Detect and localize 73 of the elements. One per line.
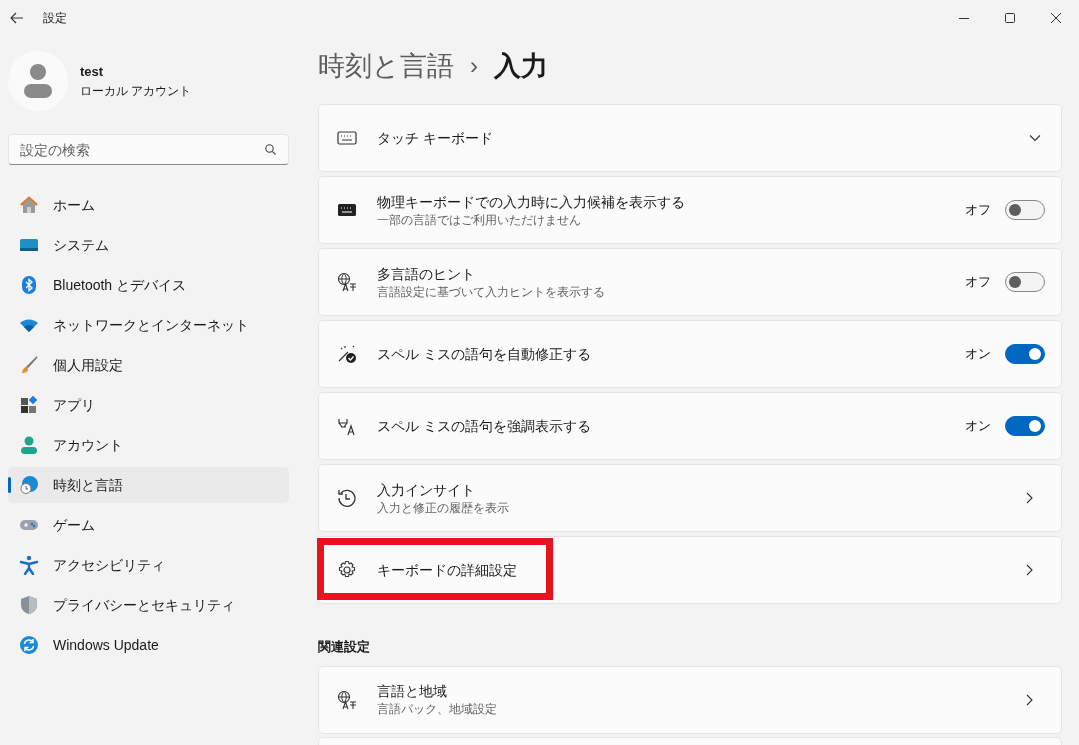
window-title: 設定 <box>43 10 67 27</box>
settings-card[interactable]: スペル ミスの語句を強調表示する オン <box>318 392 1062 460</box>
toggle-state: オフ <box>965 273 991 292</box>
home-icon <box>19 195 39 215</box>
account-type: ローカル アカウント <box>80 82 192 100</box>
settings-card[interactable]: 物理キーボードでの入力時に入力候補を表示する 一部の言語ではご利用いただけません オフ <box>318 176 1062 244</box>
settings-card[interactable]: スペル ミスの語句を自動修正する オン <box>318 320 1062 388</box>
setting-title: 多言語のヒント <box>377 264 476 284</box>
bluetooth-icon <box>19 275 39 295</box>
toggle-state: オン <box>965 345 991 364</box>
history-icon <box>337 488 357 508</box>
accessibility-icon <box>19 555 39 575</box>
maximize-icon[interactable] <box>1005 13 1015 23</box>
section-heading: 関連設定 <box>318 638 371 656</box>
sidebar-item[interactable]: Windows Update <box>8 627 289 663</box>
setting-title: スペル ミスの語句を自動修正する <box>377 344 592 364</box>
setting-description: 一部の言語ではご利用いただけません <box>377 211 582 228</box>
sidebar-item[interactable]: システム <box>8 227 289 263</box>
setting-title: 物理キーボードでの入力時に入力候補を表示する <box>377 192 686 212</box>
sidebar-item[interactable]: アプリ <box>8 387 289 423</box>
settings-card[interactable]: キーボードの詳細設定 <box>318 536 1062 604</box>
sidebar-item[interactable]: ネットワークとインターネット <box>8 307 289 343</box>
setting-title: スペル ミスの語句を強調表示する <box>377 416 592 436</box>
sync-icon <box>19 635 39 655</box>
toggle-switch[interactable] <box>1005 344 1045 364</box>
setting-title: 入力インサイト <box>377 480 476 500</box>
setting-title: タッチ キーボード <box>377 128 494 148</box>
setting-title: 言語と地域 <box>377 682 448 701</box>
apps-icon <box>19 395 39 415</box>
globe-letters-icon <box>337 689 357 710</box>
chevron-right-icon <box>1026 492 1033 504</box>
setting-description: 言語パック、地域設定 <box>377 701 498 717</box>
paintbrush-icon <box>19 355 39 375</box>
settings-card[interactable]: タッチ キーボード <box>318 104 1062 172</box>
setting-description: 入力と修正の履歴を表示 <box>377 499 510 516</box>
minimize-icon[interactable] <box>959 17 969 19</box>
toggle-switch[interactable] <box>1005 416 1045 436</box>
sidebar-item[interactable]: Bluetooth とデバイス <box>8 267 289 303</box>
breadcrumb-separator: › <box>470 51 478 81</box>
toggle-state: オン <box>965 417 991 436</box>
keyboard-icon <box>337 128 357 148</box>
settings-icon <box>337 560 357 580</box>
back-icon[interactable] <box>10 12 24 24</box>
globe-clock-icon <box>19 475 39 495</box>
settings-card[interactable]: 言語と地域 言語パック、地域設定 <box>318 665 1062 734</box>
sidebar-item[interactable]: ホーム <box>8 187 289 223</box>
selection-indicator <box>8 477 11 493</box>
sidebar-item[interactable]: アカウント <box>8 427 289 463</box>
chevron-right-icon <box>1026 693 1033 706</box>
settings-card[interactable]: 入力インサイト 入力と修正の履歴を表示 <box>318 464 1062 532</box>
sidebar-item[interactable]: ゲーム <box>8 507 289 543</box>
toggle-switch[interactable] <box>1005 272 1045 292</box>
pen-check-icon <box>337 344 357 364</box>
toggle-switch[interactable] <box>1005 200 1045 220</box>
page-title: 入力 <box>494 49 548 83</box>
toggle-state: オフ <box>965 201 991 220</box>
globe-letters-icon <box>337 272 357 292</box>
person-icon <box>19 435 39 455</box>
sidebar-item[interactable]: 個人用設定 <box>8 347 289 383</box>
settings-card[interactable]: 多言語のヒント 言語設定に基づいて入力ヒントを表示する オフ <box>318 248 1062 316</box>
text-highlight-icon <box>337 416 357 436</box>
search-icon <box>265 144 276 155</box>
close-icon[interactable] <box>1051 13 1061 23</box>
setting-title: キーボードの詳細設定 <box>377 560 518 580</box>
sidebar-item[interactable]: プライバシーとセキュリティ <box>8 587 289 623</box>
setting-description: 言語設定に基づいて入力ヒントを表示する <box>377 283 606 300</box>
sidebar-item[interactable]: 時刻と言語 <box>8 467 289 503</box>
chevron-right-icon <box>1026 564 1033 576</box>
shield-icon <box>19 595 39 615</box>
account-name: test <box>80 63 105 82</box>
sidebar-item[interactable]: アクセシビリティ <box>8 547 289 583</box>
search-field[interactable]: 設定の検索 <box>8 134 289 165</box>
breadcrumb-link[interactable]: 時刻と言語 <box>318 45 454 87</box>
